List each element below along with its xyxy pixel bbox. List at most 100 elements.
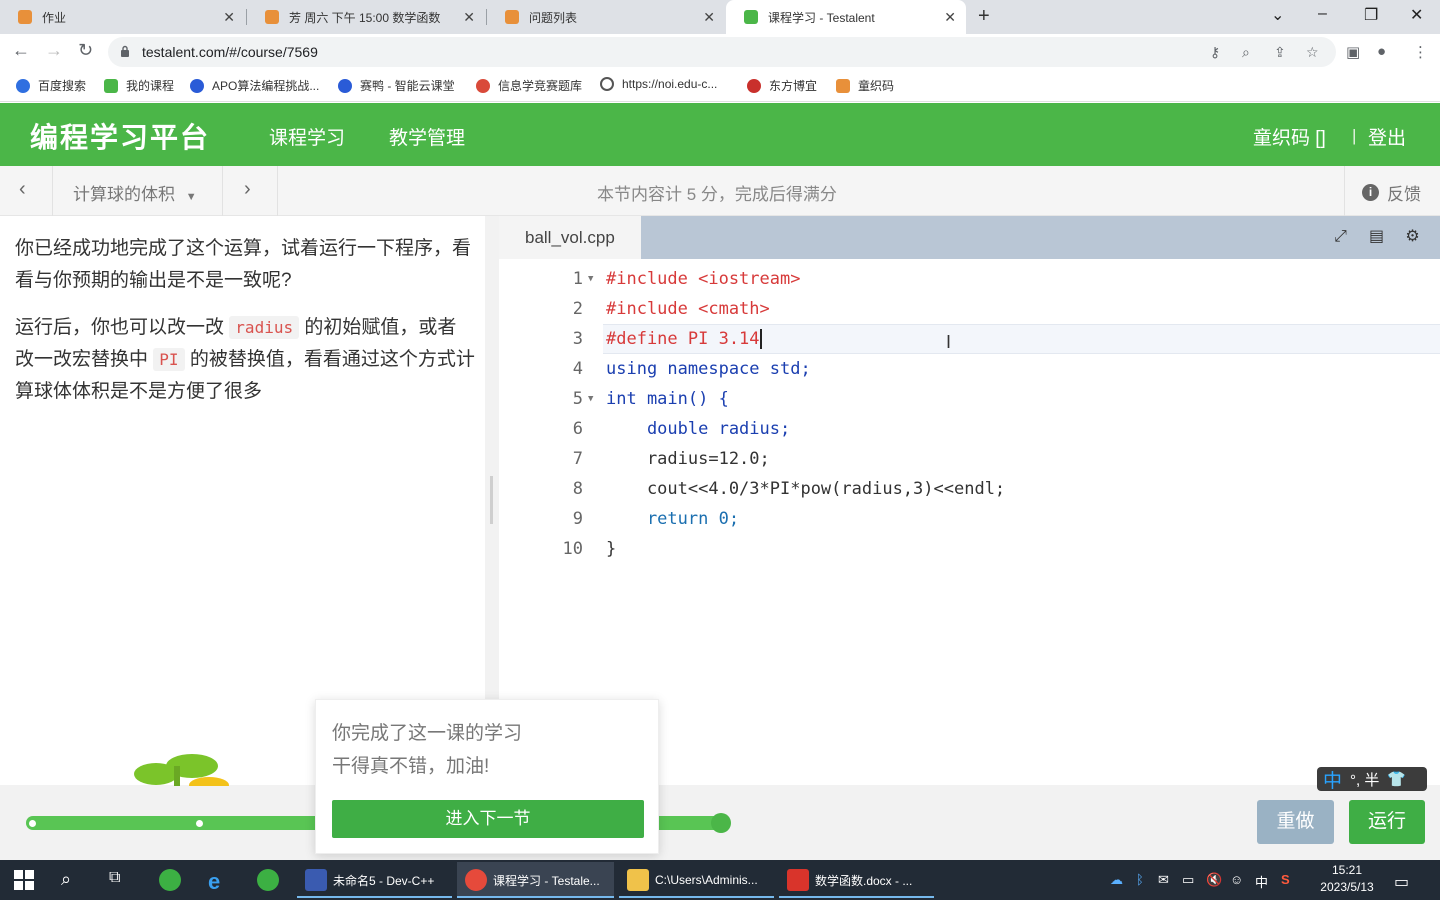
key-icon[interactable]: ⚷ xyxy=(1210,44,1220,61)
tab-close-icon[interactable]: ✕ xyxy=(944,9,956,26)
prev-lesson-chevron-icon[interactable]: ‹ xyxy=(19,178,26,201)
wechat-icon[interactable] xyxy=(257,869,279,891)
bookmark-item[interactable]: APO算法编程挑战... xyxy=(190,77,319,94)
wps-tray-icon[interactable]: S xyxy=(1281,872,1290,887)
system-clock[interactable]: 15:21 2023/5/13 xyxy=(1312,862,1382,896)
info-icon: i xyxy=(1362,184,1379,201)
settings-gear-icon[interactable]: ⚙ xyxy=(1404,228,1421,245)
restore-icon[interactable]: ❐ xyxy=(1364,5,1378,25)
back-arrow-icon[interactable]: ← xyxy=(12,40,30,61)
sprout-mascot-icon xyxy=(134,754,229,786)
lesson-score-info: 本节内容计 5 分，完成后得满分 xyxy=(597,185,837,204)
notification-icon[interactable]: ▭ xyxy=(1394,872,1409,892)
line-number: 4 xyxy=(572,359,583,379)
taskbar-app-active[interactable]: 课程学习 - Testale... xyxy=(457,862,614,898)
tab-close-icon[interactable]: ✕ xyxy=(223,9,235,26)
bookmark-item[interactable]: 童织码 xyxy=(836,77,894,94)
tab-search-chevron-icon[interactable]: ⌄ xyxy=(1271,5,1284,25)
onedrive-icon[interactable]: ☁ xyxy=(1110,872,1123,888)
taskbar-app[interactable]: 数学函数.docx - ... xyxy=(779,862,934,898)
redo-button[interactable]: 重做 xyxy=(1257,800,1334,844)
logout-link[interactable]: 登出 xyxy=(1368,123,1406,150)
new-tab-plus-icon[interactable]: + xyxy=(978,5,990,28)
tab-close-icon[interactable]: ✕ xyxy=(463,9,475,26)
code-line: 4 using namespace std; xyxy=(499,354,1440,384)
menu-kebab-icon[interactable]: ⋮ xyxy=(1413,43,1428,61)
progress-step-dot[interactable] xyxy=(196,820,203,827)
code-text-with-cursor: #define PI 3.14 xyxy=(606,324,762,354)
share-icon[interactable]: ⇪ xyxy=(1274,44,1286,61)
bookmark-item[interactable]: 信息学竞赛题库 xyxy=(476,77,582,94)
code-text: using namespace std; xyxy=(606,359,811,379)
network-icon[interactable]: ▭ xyxy=(1182,872,1194,888)
bookmark-item[interactable]: https://noi.edu-c... xyxy=(600,77,717,91)
inline-code-radius: radius xyxy=(229,316,300,339)
progress-step-dot[interactable] xyxy=(29,820,36,827)
fullscreen-icon[interactable]: ⤢ xyxy=(1332,228,1349,245)
search-icon[interactable]: ⌕ xyxy=(61,869,83,891)
browser-tab[interactable]: 作业 ✕ xyxy=(0,0,245,34)
nav-course-study[interactable]: 课程学习 xyxy=(269,123,345,150)
bookmark-star-icon[interactable]: ☆ xyxy=(1306,44,1319,61)
taskbar-app[interactable]: C:\Users\Adminis... xyxy=(619,862,774,898)
url-omnibox[interactable]: testalent.com/#/course/7569 ⚷ ⌕ ⇪ ☆ xyxy=(108,37,1336,67)
user-name[interactable]: 童织码 [] xyxy=(1253,123,1326,150)
site-logo[interactable]: 编程学习平台 xyxy=(30,116,210,156)
bookmark-item[interactable]: 赛鸭 - 智能云课堂 xyxy=(338,77,455,94)
popup-message: 干得真不错，加油! xyxy=(332,756,490,777)
volume-muted-icon[interactable]: 🔇 xyxy=(1206,872,1222,888)
minimize-icon[interactable]: – xyxy=(1318,5,1327,23)
fold-arrow-icon[interactable]: ▼ xyxy=(588,264,593,294)
splitter-grip[interactable] xyxy=(490,476,493,524)
divider xyxy=(1344,166,1345,216)
next-section-button[interactable]: 进入下一节 xyxy=(332,800,644,838)
bookmark-label: APO算法编程挑战... xyxy=(212,79,320,93)
code-text: int main() { xyxy=(606,389,729,409)
bookmark-item[interactable]: 东方博宜 xyxy=(747,77,817,94)
close-window-icon[interactable]: ✕ xyxy=(1410,5,1423,25)
tab-title: 作业 xyxy=(42,10,67,25)
bookmark-item[interactable]: 百度搜索 xyxy=(16,77,86,94)
task-view-icon[interactable]: ⧉ xyxy=(109,869,131,891)
ime-status-bar[interactable]: 中 °, 半 👕 xyxy=(1317,767,1427,792)
bluetooth-icon[interactable]: ᛒ xyxy=(1136,872,1144,887)
browser-tab[interactable]: 问题列表 ✕ xyxy=(487,0,725,34)
saiya-icon xyxy=(338,78,352,93)
zoom-icon[interactable]: ⌕ xyxy=(1242,44,1250,61)
apo-icon xyxy=(190,78,204,93)
taskbar-app[interactable]: 未命名5 - Dev-C++ xyxy=(297,862,452,898)
run-button[interactable]: 运行 xyxy=(1349,800,1425,844)
editor-tab-bar: ball_vol.cpp ⤢ ▤ ⚙ xyxy=(499,216,1440,259)
code-line: 7 radius=12.0; xyxy=(499,444,1440,474)
skin-shirt-icon: 👕 xyxy=(1387,771,1407,788)
tab-close-icon[interactable]: ✕ xyxy=(703,9,715,26)
next-lesson-chevron-icon[interactable]: › xyxy=(244,178,251,201)
bookmark-item[interactable]: 我的课程 xyxy=(104,77,174,94)
sidepanel-icon[interactable]: ▣ xyxy=(1346,43,1360,61)
browser-tab-active[interactable]: 课程学习 - Testalent ✕ xyxy=(726,0,966,34)
lesson-select-dropdown[interactable]: 计算球的体积 ▼ xyxy=(73,180,197,205)
bookmark-label: 我的课程 xyxy=(126,79,175,93)
nav-teaching-management[interactable]: 教学管理 xyxy=(389,123,465,150)
wechat-tray-icon[interactable]: ✉ xyxy=(1158,872,1169,888)
code-area[interactable]: 1 ▼ #include <iostream> 2 #include <cmat… xyxy=(499,264,1440,564)
url-text: testalent.com/#/course/7569 xyxy=(142,44,318,60)
save-icon[interactable]: ▤ xyxy=(1368,228,1385,245)
browser-tab[interactable]: 芳 周六 下午 15:00 数学函数 ✕ xyxy=(247,0,485,34)
input-language[interactable]: 中 xyxy=(1255,872,1268,891)
windows-start-icon[interactable] xyxy=(13,869,35,891)
forward-arrow-icon[interactable]: → xyxy=(45,40,63,61)
profile-avatar-icon[interactable]: ● xyxy=(1377,43,1386,60)
leaf-icon xyxy=(476,78,490,93)
header-separator: | xyxy=(1352,126,1357,145)
code-line: 8 cout<<4.0/3*PI*pow(radius,3)<<endl; xyxy=(499,474,1440,504)
ime-tray-icon[interactable]: ☺ xyxy=(1230,872,1243,887)
browser-360-icon[interactable] xyxy=(159,869,181,891)
code-text: } xyxy=(606,539,617,559)
file-tab[interactable]: ball_vol.cpp xyxy=(499,216,641,259)
fold-arrow-icon[interactable]: ▼ xyxy=(588,384,593,414)
reload-icon[interactable]: ↻ xyxy=(78,40,93,61)
progress-end-knob[interactable] xyxy=(711,813,731,833)
ie-icon[interactable]: e xyxy=(208,869,230,894)
feedback-button[interactable]: i 反馈 xyxy=(1362,180,1421,205)
